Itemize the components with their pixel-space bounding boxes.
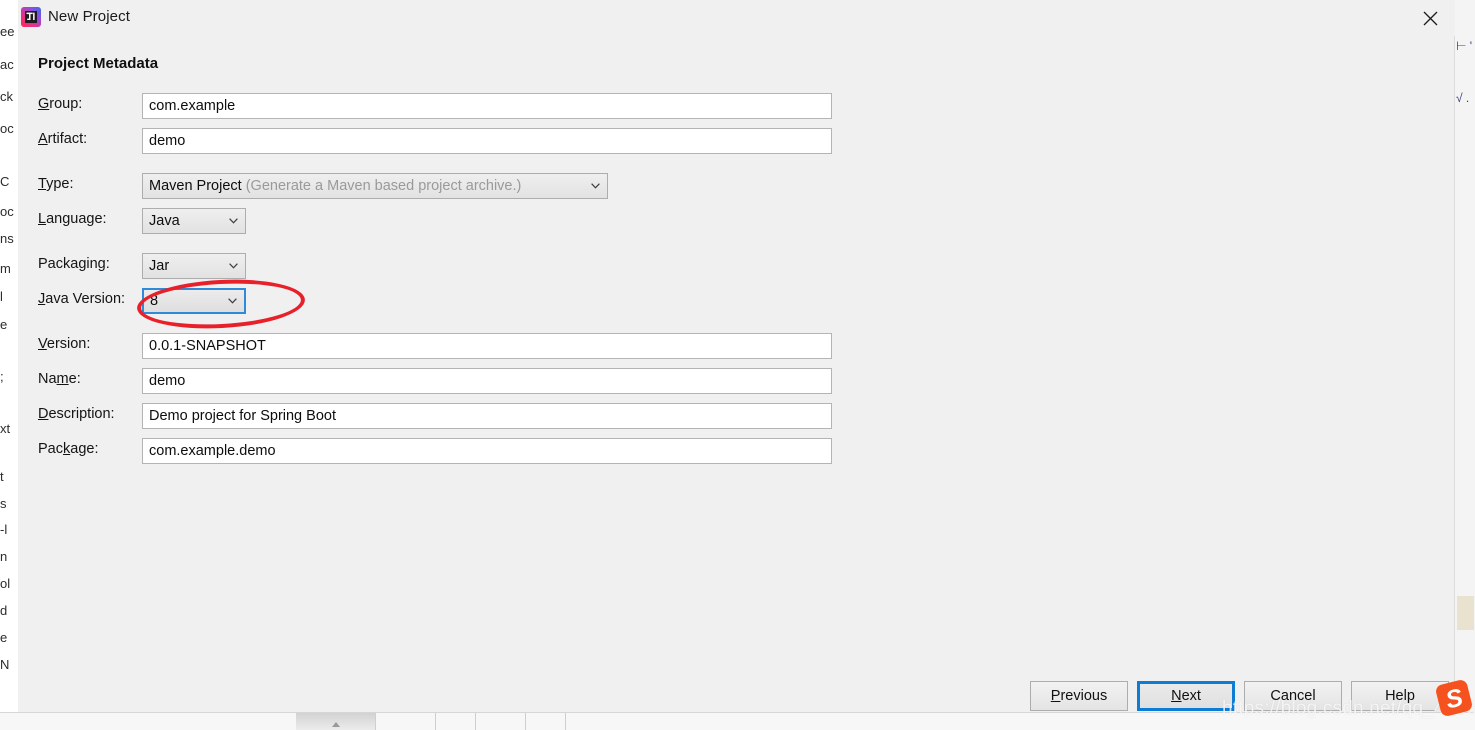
group-value: com.example	[149, 98, 236, 114]
field-label-language: Language:	[38, 211, 107, 227]
previous-button[interactable]: Previous	[1030, 681, 1128, 711]
packaging-combo[interactable]: Jar	[142, 253, 246, 279]
type-hint: (Generate a Maven based project archive.…	[241, 178, 522, 194]
new-project-dialog: New Project Project Metadata Group: com.e…	[18, 0, 1455, 715]
taskbar-item[interactable]	[476, 713, 526, 730]
intellij-idea-icon	[20, 6, 42, 28]
taskbar-caret-icon	[332, 722, 340, 727]
help-button-label: Help	[1385, 688, 1415, 704]
help-button[interactable]: Help	[1351, 681, 1449, 711]
background-fragment: e	[0, 318, 8, 331]
field-label-group: Group:	[38, 96, 83, 112]
background-fragment: N	[0, 658, 10, 671]
background-fragment: e	[0, 631, 8, 644]
background-fragment: ol	[0, 577, 11, 590]
next-button[interactable]: Next	[1137, 681, 1235, 711]
package-value: com.example.demo	[149, 443, 276, 459]
background-fragment: oc	[0, 122, 14, 135]
field-label-javaversion: Java Version:	[38, 291, 126, 307]
chevron-down-icon	[229, 263, 238, 269]
background-fragment: ac	[0, 58, 14, 71]
field-label-version: Version:	[38, 336, 91, 352]
javaversion-combo[interactable]: 8	[142, 288, 246, 314]
field-label-type: Type:	[38, 176, 74, 192]
field-label-name: Name:	[38, 371, 81, 387]
background-fragment: ee	[0, 25, 15, 38]
chevron-down-icon	[228, 298, 237, 304]
taskbar	[0, 712, 1475, 730]
background-fragment: l	[0, 290, 3, 303]
close-icon[interactable]	[1407, 0, 1455, 34]
description-input[interactable]: Demo project for Spring Boot	[142, 403, 832, 429]
screen: ee ac ck oc Coc ns m l e; xt t s -l n ol d e N ⊢ ' √ .	[0, 0, 1475, 730]
page-title: Project Metadata	[38, 55, 159, 72]
version-input[interactable]: 0.0.1-SNAPSHOT	[142, 333, 832, 359]
background-fragment: s	[0, 497, 7, 510]
next-button-label: Next	[1171, 688, 1201, 704]
javaversion-value: 8	[150, 293, 159, 309]
background-fragment: xt	[0, 422, 11, 435]
description-value: Demo project for Spring Boot	[149, 408, 336, 424]
group-input[interactable]: com.example	[142, 93, 832, 119]
taskbar-item[interactable]	[526, 713, 566, 730]
background-fragment: d	[0, 604, 8, 617]
background-fragment: ;	[0, 370, 4, 383]
background-fragment: ck	[0, 90, 13, 103]
background-fragment: n	[0, 550, 8, 563]
background-fragment: t	[0, 470, 4, 483]
background-fragment: ⊢ '	[1456, 39, 1473, 53]
dialog-titlebar: New Project	[18, 0, 1455, 36]
version-value: 0.0.1-SNAPSHOT	[149, 338, 266, 354]
taskbar-item[interactable]	[376, 713, 436, 730]
artifact-input[interactable]: demo	[142, 128, 832, 154]
background-fragment: -l	[0, 523, 8, 536]
name-input[interactable]: demo	[142, 368, 832, 394]
background-fragment: ns	[0, 232, 14, 245]
field-label-artifact: Artifact:	[38, 131, 88, 147]
language-combo[interactable]: Java	[142, 208, 246, 234]
cancel-button[interactable]: Cancel	[1244, 681, 1342, 711]
background-window-right: ⊢ ' √ .	[1454, 0, 1475, 715]
packaging-value: Jar	[149, 258, 170, 274]
background-fragment: m	[0, 262, 11, 275]
chevron-down-icon	[229, 218, 238, 224]
name-value: demo	[149, 373, 186, 389]
chevron-down-icon	[591, 183, 600, 189]
field-label-description: Description:	[38, 406, 115, 422]
language-value: Java	[149, 213, 180, 229]
background-swatch	[1457, 596, 1474, 630]
background-window-left: ee ac ck oc Coc ns m l e; xt t s -l n ol d e N	[0, 0, 18, 715]
background-fragment: oc	[0, 205, 14, 218]
type-combo[interactable]: Maven Project (Generate a Maven based pr…	[142, 173, 608, 199]
background-fragment: √ .	[1456, 91, 1470, 105]
type-value: Maven Project	[149, 178, 242, 194]
cancel-button-label: Cancel	[1270, 688, 1316, 704]
taskbar-item[interactable]	[436, 713, 476, 730]
previous-button-label: Previous	[1050, 688, 1108, 704]
field-label-packaging: Packaging:	[38, 256, 110, 272]
field-label-package: Package:	[38, 441, 99, 457]
dialog-title: New Project	[48, 8, 130, 25]
background-fragment: C	[0, 175, 10, 188]
artifact-value: demo	[149, 133, 186, 149]
package-input[interactable]: com.example.demo	[142, 438, 832, 464]
